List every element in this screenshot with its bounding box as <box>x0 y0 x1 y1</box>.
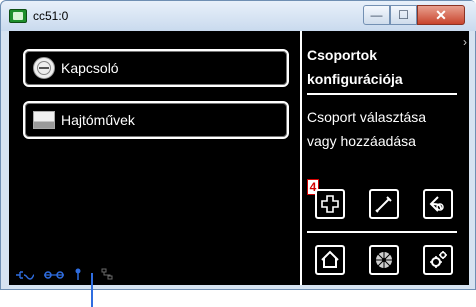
panel-title: Csoportok konfigurációja <box>307 43 457 91</box>
plug-status-icon <box>15 270 35 283</box>
hajtomuvek-label: Hajtóművek <box>61 112 135 128</box>
signal-strength-icon <box>91 273 93 307</box>
blind-icon <box>33 111 55 129</box>
network-icon <box>101 268 113 283</box>
left-panel: Kapcsoló Hajtóművek <box>9 31 299 307</box>
home-icon <box>321 250 339 268</box>
settings-button[interactable] <box>423 245 453 275</box>
gears-icon <box>430 251 447 268</box>
back-button[interactable] <box>423 189 453 219</box>
panel-subtitle-line2: vagy hozzáadása <box>307 133 416 149</box>
app-icon <box>9 9 27 23</box>
link-status-icon <box>43 270 65 283</box>
wrench-icon <box>375 196 392 213</box>
client-area: Kapcsoló Hajtóművek › Csoportok konfigur… <box>9 31 469 307</box>
close-button[interactable]: ✕ <box>417 5 465 25</box>
toolbar-separator <box>307 231 457 233</box>
title-separator <box>307 93 457 95</box>
status-bar <box>15 268 113 307</box>
panel-subtitle: Csoport választása vagy hozzáadása <box>307 105 457 153</box>
window-title: cc51:0 <box>33 9 69 23</box>
panel-title-line1: Csoportok <box>307 47 377 63</box>
panel-title-line2: konfigurációja <box>307 71 403 87</box>
antenna-icon <box>73 268 83 283</box>
chevron-right-icon[interactable]: › <box>463 35 467 49</box>
edit-group-button[interactable] <box>369 189 399 219</box>
fan-icon <box>376 252 392 268</box>
plus-icon <box>321 195 339 213</box>
panel-divider <box>300 31 302 285</box>
kapcsolo-button[interactable]: Kapcsoló <box>23 49 289 87</box>
minimize-button[interactable]: — <box>363 5 390 25</box>
hajtomuvek-button[interactable]: Hajtóművek <box>23 101 289 139</box>
add-group-button[interactable] <box>315 189 345 219</box>
right-panel: › Csoportok konfigurációja Csoport válas… <box>307 31 469 285</box>
socket-icon <box>33 57 55 79</box>
panel-subtitle-line1: Csoport választása <box>307 109 427 125</box>
title-bar[interactable]: cc51:0 — ☐ ✕ <box>1 1 476 31</box>
kapcsolo-label: Kapcsoló <box>61 60 119 76</box>
back-arrow-icon <box>429 196 444 212</box>
maximize-button[interactable]: ☐ <box>390 5 417 25</box>
app-window: cc51:0 — ☐ ✕ Kapcsoló Hajtóművek › Csopo… <box>0 0 476 307</box>
home-button[interactable] <box>315 245 345 275</box>
scenes-button[interactable] <box>369 245 399 275</box>
